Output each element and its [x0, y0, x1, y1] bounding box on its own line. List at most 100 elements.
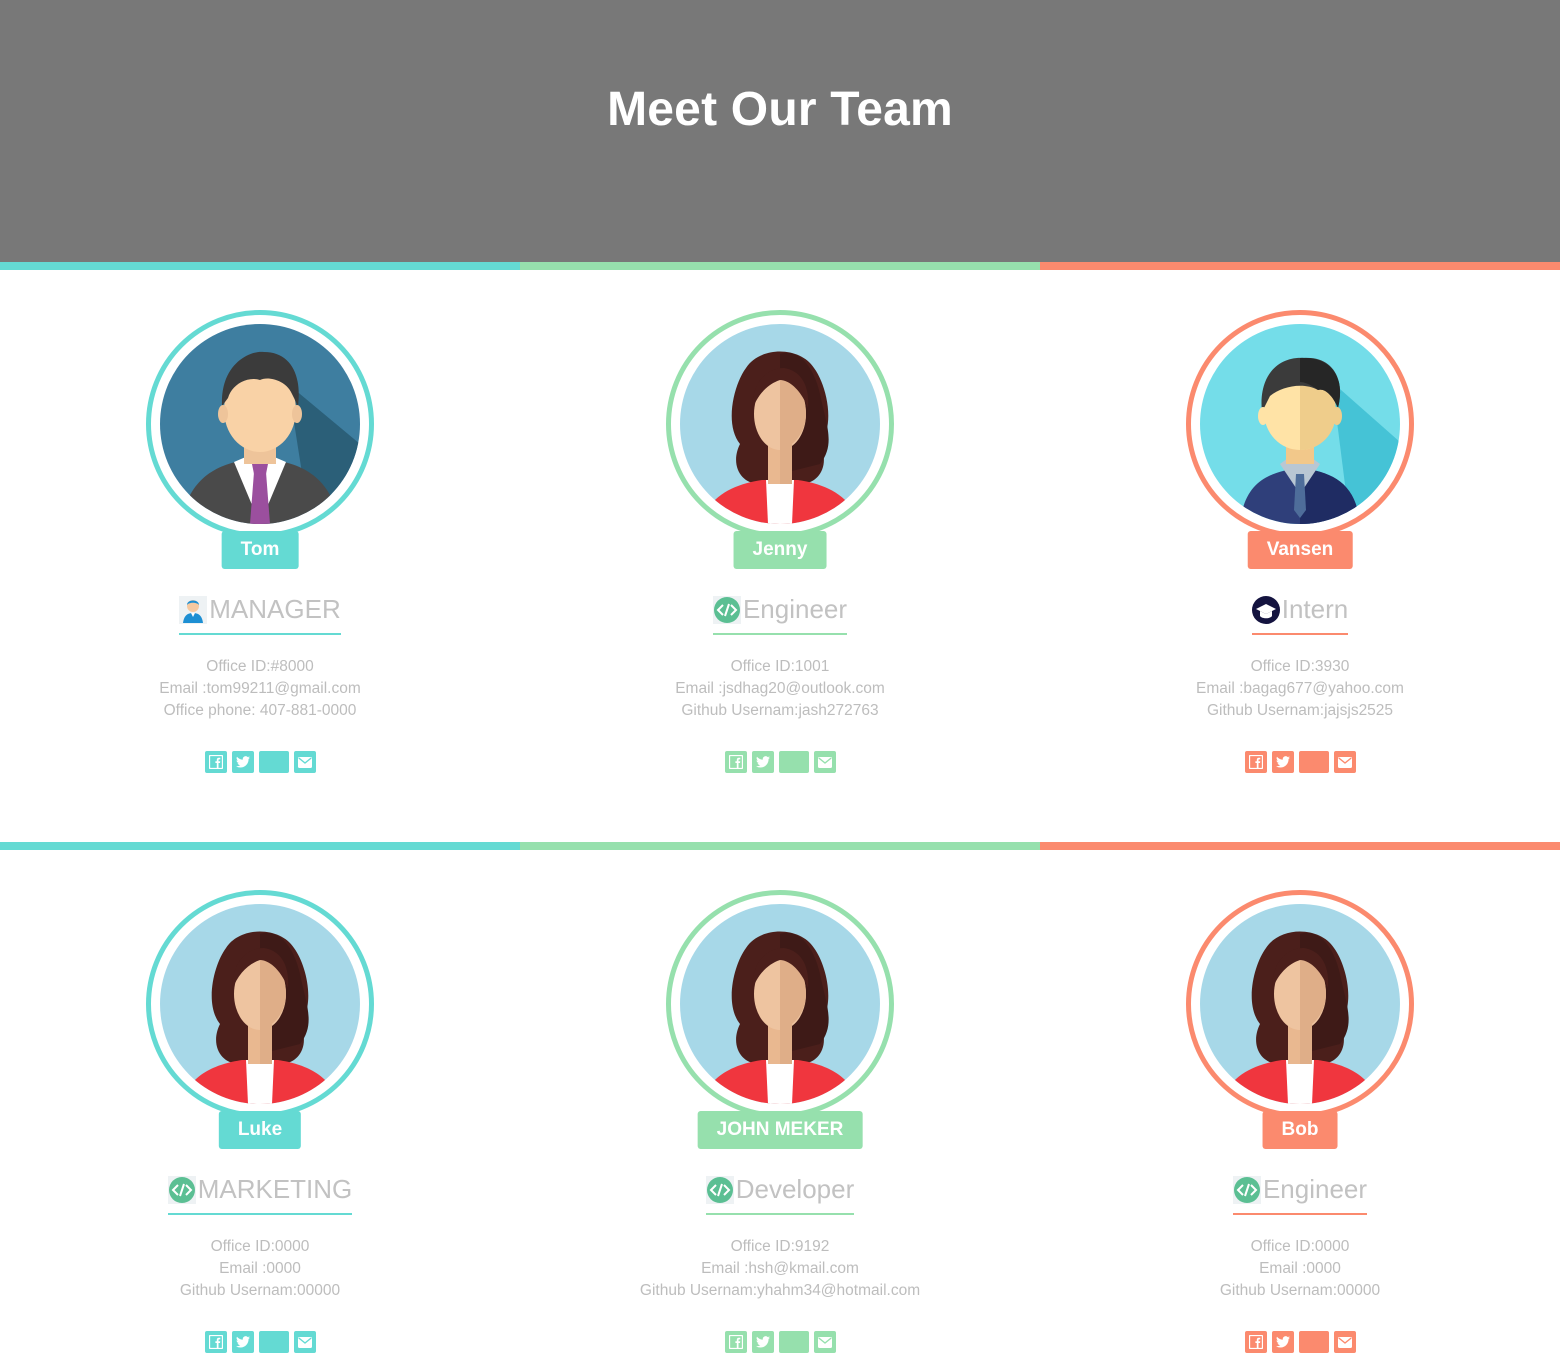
role-wrap: Engineer	[520, 594, 1040, 635]
google-plus-icon[interactable]: G+	[1298, 1331, 1329, 1353]
google-plus-icon[interactable]: G+	[778, 1331, 809, 1353]
member-info: Office ID:#8000 Email :tom99211@gmail.co…	[0, 656, 520, 722]
google-plus-label: G+	[264, 754, 283, 770]
member-role: MANAGER	[179, 594, 341, 635]
member-role-text: MARKETING	[197, 1174, 353, 1204]
extra-info-text: Office phone: 407-881-0000	[163, 702, 357, 719]
google-plus-label: G+	[264, 1334, 283, 1350]
role-wrap: Engineer	[1040, 1174, 1560, 1215]
facebook-icon[interactable]	[724, 751, 747, 773]
email-text: Email :bagag677@yahoo.com	[1196, 680, 1404, 697]
avatar	[1200, 904, 1400, 1104]
avatar-ring	[1186, 890, 1414, 1118]
social-links: G+	[0, 751, 520, 773]
google-plus-icon[interactable]: G+	[258, 751, 289, 773]
google-plus-icon[interactable]: G+	[1298, 751, 1329, 773]
avatar-ring	[146, 310, 374, 538]
email-text: Email :0000	[219, 1260, 301, 1277]
member-role-text: Intern	[1281, 594, 1349, 624]
member-name-badge: Jenny	[733, 531, 827, 569]
social-links: G+	[1040, 751, 1560, 773]
role-wrap: Intern	[1040, 594, 1560, 635]
envelope-icon[interactable]	[1333, 1331, 1356, 1353]
office-id-text: Office ID:0000	[210, 1238, 310, 1255]
email-text: Email :jsdhag20@outlook.com	[675, 680, 885, 697]
member-name-badge: Luke	[218, 1111, 302, 1149]
office-id-text: Office ID:9192	[730, 1238, 830, 1255]
google-plus-label: G+	[1304, 1334, 1323, 1350]
stripe-green	[520, 262, 1040, 270]
member-role: MARKETING	[167, 1174, 353, 1215]
stripe-teal	[0, 842, 520, 850]
member-role-text: Engineer	[742, 594, 848, 624]
code-icon	[168, 1176, 196, 1204]
google-plus-icon[interactable]: G+	[778, 751, 809, 773]
office-id-text: Office ID:#8000	[206, 658, 314, 675]
extra-info-text: Github Usernam:yhahm34@hotmail.com	[639, 1282, 921, 1299]
email-text: Email :hsh@kmail.com	[701, 1260, 859, 1277]
twitter-icon[interactable]	[751, 751, 774, 773]
social-links: G+	[0, 1331, 520, 1353]
avatar	[160, 904, 360, 1104]
member-role: Intern	[1251, 594, 1349, 635]
stripe-teal	[0, 262, 520, 270]
envelope-icon[interactable]	[293, 751, 316, 773]
page-title: Meet Our Team	[607, 82, 953, 136]
extra-info-text: Github Usernam:00000	[179, 1282, 341, 1299]
code-icon	[1233, 1176, 1261, 1204]
avatar	[680, 904, 880, 1104]
twitter-icon[interactable]	[231, 1331, 254, 1353]
member-info: Office ID:9192 Email :hsh@kmail.com Gith…	[520, 1236, 1040, 1302]
avatar-ring	[1186, 310, 1414, 538]
role-wrap: MANAGER	[0, 594, 520, 635]
facebook-icon[interactable]	[204, 1331, 227, 1353]
stripe-green	[520, 842, 1040, 850]
social-links: G+	[520, 751, 1040, 773]
avatar-ring	[146, 890, 374, 1118]
role-wrap: Developer	[520, 1174, 1040, 1215]
manager-icon	[179, 596, 207, 624]
facebook-icon[interactable]	[1244, 751, 1267, 773]
member-role-text: MANAGER	[209, 594, 341, 624]
member-info: Office ID:3930 Email :bagag677@yahoo.com…	[1040, 656, 1560, 722]
office-id-text: Office ID:1001	[730, 658, 830, 675]
member-role: Engineer	[712, 594, 848, 635]
team-row-1: Tom MANAGER Office ID:#8000 Email :tom99…	[0, 262, 1560, 842]
google-plus-label: G+	[1304, 754, 1323, 770]
avatar	[680, 324, 880, 524]
avatar	[1200, 324, 1400, 524]
stripe-coral	[1040, 842, 1560, 850]
google-plus-icon[interactable]: G+	[258, 1331, 289, 1353]
email-text: Email :tom99211@gmail.com	[159, 680, 361, 697]
envelope-icon[interactable]	[813, 751, 836, 773]
email-text: Email :0000	[1259, 1260, 1341, 1277]
twitter-icon[interactable]	[1271, 751, 1294, 773]
member-info: Office ID:1001 Email :jsdhag20@outlook.c…	[520, 656, 1040, 722]
facebook-icon[interactable]	[204, 751, 227, 773]
extra-info-text: Github Usernam:jajsjs2525	[1206, 702, 1394, 719]
extra-info-text: Github Usernam:00000	[1219, 1282, 1381, 1299]
graduation-cap-icon	[1252, 596, 1280, 624]
member-name-badge: Vansen	[1247, 531, 1353, 569]
extra-info-text: Github Usernam:jash272763	[681, 702, 879, 719]
member-name-badge: Tom	[221, 531, 299, 569]
google-plus-label: G+	[784, 1334, 803, 1350]
facebook-icon[interactable]	[1244, 1331, 1267, 1353]
avatar-ring	[666, 890, 894, 1118]
twitter-icon[interactable]	[1271, 1331, 1294, 1353]
member-role-text: Developer	[735, 1174, 855, 1204]
member-name-badge: Bob	[1262, 1111, 1338, 1149]
office-id-text: Office ID:0000	[1250, 1238, 1350, 1255]
code-icon	[713, 596, 741, 624]
facebook-icon[interactable]	[724, 1331, 747, 1353]
social-links: G+	[520, 1331, 1040, 1353]
member-role-text: Engineer	[1262, 1174, 1368, 1204]
member-info: Office ID:0000 Email :0000 Github Userna…	[1040, 1236, 1560, 1302]
envelope-icon[interactable]	[1333, 751, 1356, 773]
color-stripe	[0, 842, 1560, 850]
twitter-icon[interactable]	[751, 1331, 774, 1353]
member-role: Developer	[705, 1174, 855, 1215]
envelope-icon[interactable]	[813, 1331, 836, 1353]
envelope-icon[interactable]	[293, 1331, 316, 1353]
twitter-icon[interactable]	[231, 751, 254, 773]
